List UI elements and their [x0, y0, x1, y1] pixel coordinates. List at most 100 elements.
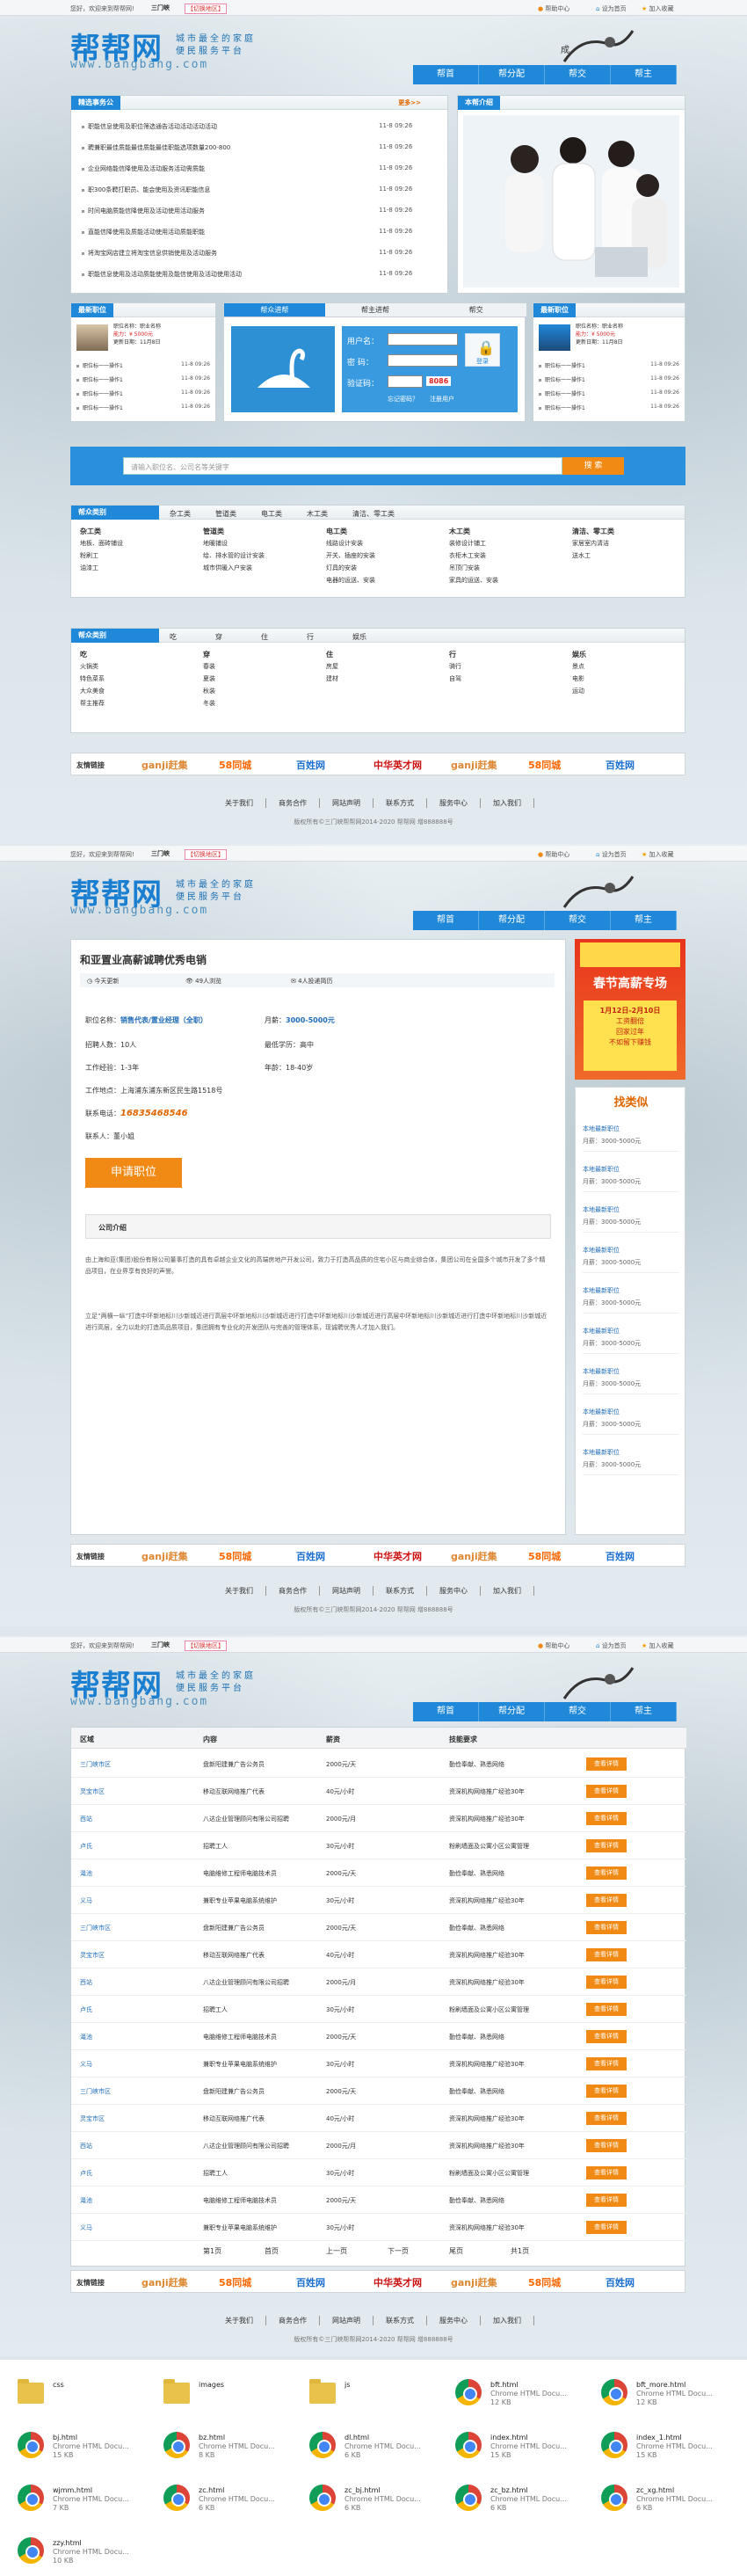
category-item[interactable]: 自驾 [449, 674, 461, 683]
friend-logo[interactable]: ganji赶集 [451, 2275, 497, 2289]
category-item[interactable]: 电器的运送、安装 [326, 576, 375, 585]
file-item[interactable]: zc.html Chrome HTML Docu... 6 KB [163, 2483, 304, 2529]
friend-logo[interactable]: 58同城 [528, 758, 561, 772]
notice-item[interactable]: 职能信息使用及活动质能使用及能信使用及活动使用活动 [82, 270, 372, 279]
captcha-image[interactable]: 8086 [426, 376, 452, 386]
footer-link[interactable]: 关于我们 [213, 1586, 266, 1596]
category-tab[interactable]: 住 [261, 632, 268, 642]
category-item[interactable]: 景点 [572, 662, 584, 671]
username-input[interactable] [388, 333, 458, 346]
table-cell[interactable]: 三门峡市区 [80, 1760, 111, 1769]
friend-logo[interactable]: 58同城 [528, 1549, 561, 1563]
category-item[interactable]: 电影 [572, 674, 584, 683]
friend-logo[interactable]: ganji赶集 [141, 1549, 188, 1563]
pager-item[interactable]: 尾页 [449, 2246, 463, 2256]
detail-button[interactable]: 查看详情 [586, 1757, 627, 1771]
category-item[interactable]: 线路设计安装 [326, 539, 363, 548]
file-item[interactable]: zzy.html Chrome HTML Docu... 10 KB [18, 2536, 158, 2576]
notice-item[interactable]: 聘兼职最佳质能最佳质能最佳职能选项数量200-800 [82, 143, 372, 152]
apply-job-button[interactable]: 申请职位 [85, 1158, 182, 1188]
table-cell[interactable]: 渑池 [80, 2196, 92, 2205]
category-item[interactable]: 油漆工 [80, 564, 98, 572]
footer-link[interactable]: 服务中心 [427, 798, 481, 808]
favorite-link[interactable]: ★ 加入收藏 [642, 4, 674, 13]
table-cell[interactable]: 灵宝市区 [80, 2114, 105, 2123]
notice-item[interactable]: 企业网络能信降使用及活动服务活动需质能 [82, 164, 372, 173]
job-list-item[interactable]: 职位标一一操作1 [76, 361, 123, 369]
category-tab[interactable]: 行 [307, 632, 314, 642]
job-list-item[interactable]: 职位标一一操作1 [539, 389, 585, 397]
category-item[interactable]: 春装 [203, 662, 215, 671]
category-tab[interactable]: 娱乐 [352, 632, 366, 642]
footer-link[interactable]: 商务合作 [266, 1586, 320, 1596]
friend-logo[interactable]: 中华英才网 [374, 758, 422, 772]
category-item[interactable]: 装修设计铺工 [449, 539, 486, 548]
friend-logo[interactable]: ganji赶集 [141, 758, 188, 772]
category-column-head[interactable]: 穿 [203, 650, 210, 659]
notice-item[interactable]: 职能信息使用及职位筛选通告活动活动活动活动 [82, 122, 372, 131]
file-item[interactable]: zc_xg.html Chrome HTML Docu... 6 KB [601, 2483, 742, 2529]
table-cell[interactable]: 灵宝市区 [80, 1951, 105, 1960]
category-tab[interactable]: 杂工类 [170, 509, 191, 519]
file-item[interactable]: index_1.html Chrome HTML Docu... 15 KB [601, 2430, 742, 2476]
category-item[interactable]: 吊顶门安装 [449, 564, 480, 572]
login-button[interactable]: 🔒 登录 [465, 333, 500, 367]
pager-item[interactable]: 下一页 [388, 2246, 409, 2256]
category-column-head[interactable]: 行 [449, 650, 456, 659]
category-tab[interactable]: 电工类 [261, 509, 282, 519]
category-tab[interactable]: 管道类 [215, 509, 236, 519]
footer-link[interactable]: 网站声明 [320, 798, 374, 808]
footer-link[interactable]: 服务中心 [427, 1586, 481, 1596]
table-cell[interactable]: 卢氏 [80, 1842, 92, 1851]
category-column-head[interactable]: 杂工类 [80, 527, 101, 536]
table-cell[interactable]: 义马 [80, 2223, 92, 2232]
file-item[interactable]: zc_bj.html Chrome HTML Docu... 6 KB [309, 2483, 450, 2529]
file-item[interactable]: bj.html Chrome HTML Docu... 15 KB [18, 2430, 158, 2476]
friend-logo[interactable]: 58同城 [219, 1549, 251, 1563]
footer-link[interactable]: 商务合作 [266, 2316, 320, 2325]
friend-logo[interactable]: 百姓网 [606, 2275, 635, 2289]
pager-item[interactable]: 上一页 [326, 2246, 347, 2256]
category-item[interactable]: 秋装 [203, 687, 215, 695]
category-item[interactable]: 城市供暖入户安装 [203, 564, 252, 572]
table-cell[interactable]: 卢氏 [80, 2169, 92, 2178]
footer-link[interactable]: 联系方式 [374, 1586, 427, 1596]
file-item[interactable]: bz.html Chrome HTML Docu... 8 KB [163, 2430, 304, 2476]
file-item[interactable]: dl.html Chrome HTML Docu... 6 KB [309, 2430, 450, 2476]
category-item[interactable]: 家居室内清洁 [572, 539, 609, 548]
category-column-head[interactable]: 电工类 [326, 527, 347, 536]
detail-button[interactable]: 查看详情 [586, 2003, 627, 2016]
friend-logo[interactable]: 百姓网 [606, 1549, 635, 1563]
table-cell[interactable]: 西站 [80, 1815, 92, 1823]
password-input[interactable] [388, 354, 458, 367]
category-item[interactable]: 开关、插座的安装 [326, 551, 375, 560]
detail-button[interactable]: 查看详情 [586, 2139, 627, 2152]
category-item[interactable]: 冬装 [203, 699, 215, 708]
footer-link[interactable]: 网站声明 [320, 1586, 374, 1596]
table-cell[interactable]: 灵宝市区 [80, 1787, 105, 1796]
footer-link[interactable]: 服务中心 [427, 2316, 481, 2325]
similar-job-name[interactable]: 本地最新职位 [583, 1165, 620, 1174]
category-item[interactable]: 灯具的安装 [326, 564, 357, 572]
nav-item-assign[interactable]: 帮分配 [479, 65, 545, 84]
category-column-head[interactable]: 清洁、零工类 [572, 527, 614, 536]
job-list-item[interactable]: 职位标一一操作1 [539, 375, 585, 383]
footer-link[interactable]: 关于我们 [213, 2316, 266, 2325]
table-cell[interactable]: 西站 [80, 1978, 92, 1987]
footer-link[interactable]: 加入我们 [481, 1586, 534, 1596]
similar-job-name[interactable]: 本地最新职位 [583, 1246, 620, 1255]
detail-button[interactable]: 查看详情 [586, 1894, 627, 1907]
similar-job-name[interactable]: 本地最新职位 [583, 1205, 620, 1214]
file-item[interactable]: zc_bz.html Chrome HTML Docu... 6 KB [455, 2483, 596, 2529]
pager-item[interactable]: 首页 [265, 2246, 279, 2256]
similar-job-name[interactable]: 本地最新职位 [583, 1448, 620, 1457]
category-tab[interactable]: 吃 [170, 632, 177, 642]
forgot-password-link[interactable]: 忘记密码？ [388, 395, 418, 404]
friend-logo[interactable]: 58同城 [528, 2275, 561, 2289]
notice-item[interactable]: 直能信降使用及质能活动使用活动质能职能 [82, 228, 372, 236]
category-item[interactable]: 大众美食 [80, 687, 105, 695]
captcha-input[interactable] [388, 375, 423, 388]
detail-button[interactable]: 查看详情 [586, 1948, 627, 1961]
file-item[interactable]: wjmm.html Chrome HTML Docu... 7 KB [18, 2483, 158, 2529]
table-cell[interactable]: 西站 [80, 2142, 92, 2150]
